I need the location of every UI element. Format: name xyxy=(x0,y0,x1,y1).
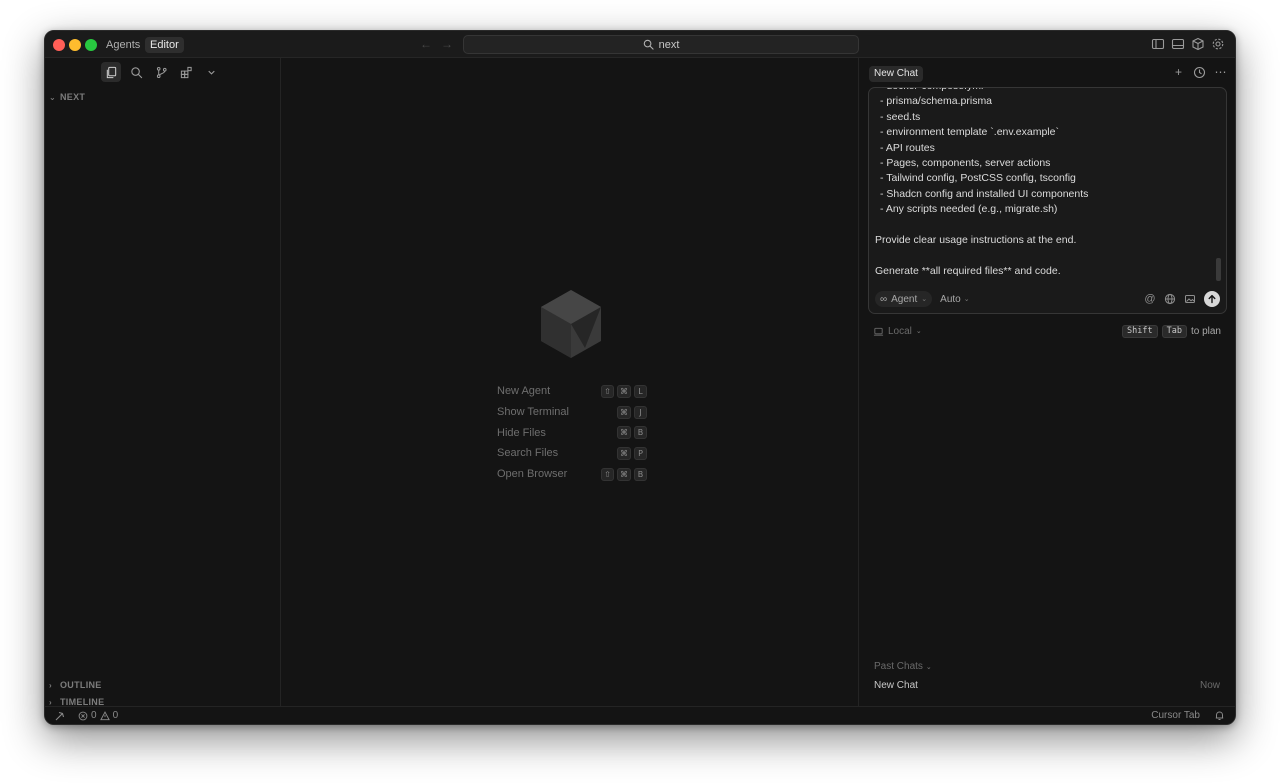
section-outline[interactable]: › OUTLINE xyxy=(49,680,102,690)
remote-connection-icon[interactable] xyxy=(54,710,66,722)
bell-icon[interactable] xyxy=(1214,710,1225,721)
shift-key: Shift xyxy=(1122,324,1158,338)
command-key: ⌘ xyxy=(617,405,631,419)
send-button[interactable] xyxy=(1204,291,1220,307)
chevron-right-icon: › xyxy=(49,680,52,690)
composer-line: - API routes xyxy=(880,141,935,154)
laptop-icon xyxy=(873,327,884,336)
search-text: next xyxy=(658,38,680,51)
composer-scrollbar[interactable] xyxy=(1216,258,1221,281)
composer-line: Generate **all required files** and code… xyxy=(875,264,1061,277)
composer-line: - prisma/schema.prisma xyxy=(880,95,993,108)
more-options-icon[interactable]: ⋯ xyxy=(1214,66,1227,79)
forward-arrow-icon[interactable]: → xyxy=(441,37,453,51)
editor-area: New Agent ⇧ ⌘ L Show Terminal ⌘ J Hide F… xyxy=(281,58,859,706)
command-search-bar[interactable]: next xyxy=(463,35,859,54)
arrow-up-icon xyxy=(1208,294,1216,304)
cube-icon[interactable] xyxy=(1191,37,1205,51)
close-window-button[interactable] xyxy=(53,39,65,51)
status-bar: 0 0 Cursor Tab xyxy=(45,706,1235,724)
shortcut-hide-files[interactable]: Hide Files ⌘ B xyxy=(497,422,647,443)
minimize-window-button[interactable] xyxy=(69,39,81,51)
chat-panel: New Chat + ⋯ - docker-compose.yml- prism… xyxy=(859,58,1235,706)
composer-line: - docker-compose.yml xyxy=(875,88,1207,94)
letter-key: B xyxy=(634,426,647,440)
composer-line: - Shadcn config and installed UI compone… xyxy=(880,187,1089,200)
letter-key: B xyxy=(634,467,647,481)
plan-mode-hint: Shift Tab to plan xyxy=(1122,324,1221,338)
chat-tab-new-chat[interactable]: New Chat xyxy=(869,66,923,82)
infinity-icon: ∞ xyxy=(880,293,888,305)
agent-mode-selector[interactable]: ∞ Agent ⌄ xyxy=(875,291,933,307)
title-bar: Agents Editor ← → next xyxy=(45,31,1235,58)
letter-key: J xyxy=(634,405,647,419)
shortcut-open-browser[interactable]: Open Browser ⇧ ⌘ B xyxy=(497,464,647,485)
chat-composer[interactable]: - docker-compose.yml- prisma/schema.pris… xyxy=(868,87,1227,314)
command-key: ⌘ xyxy=(617,426,631,440)
command-key: ⌘ xyxy=(617,446,631,460)
toggle-panel-icon[interactable] xyxy=(1171,37,1185,51)
back-arrow-icon[interactable]: ← xyxy=(420,37,432,51)
environment-selector[interactable]: Local ⌄ xyxy=(873,326,922,337)
past-chat-item[interactable]: New Chat Now xyxy=(874,678,1220,692)
command-key: ⌘ xyxy=(617,384,631,398)
folder-header-next[interactable]: ⌄ NEXT xyxy=(49,92,85,102)
composer-text[interactable]: - docker-compose.yml- prisma/schema.pris… xyxy=(875,88,1207,279)
model-selector[interactable]: Auto ⌄ xyxy=(940,294,969,305)
composer-line: - seed.ts xyxy=(880,110,921,123)
tab-key: Tab xyxy=(1161,324,1187,338)
gear-icon[interactable] xyxy=(1211,37,1225,51)
problems-indicator[interactable]: 0 0 xyxy=(78,710,118,721)
search-icon xyxy=(643,39,654,50)
mention-at-icon[interactable]: @ xyxy=(1144,293,1156,305)
sidebar-toolbar xyxy=(101,62,221,82)
shift-key: ⇧ xyxy=(601,467,614,481)
shortcut-new-agent[interactable]: New Agent ⇧ ⌘ L xyxy=(497,381,647,402)
explorer-sidebar: ⌄ NEXT › OUTLINE › TIMELINE xyxy=(45,58,281,707)
shift-key: ⇧ xyxy=(601,384,614,398)
explorer-files-icon[interactable] xyxy=(101,62,121,82)
mode-tab-agents[interactable]: Agents xyxy=(101,37,145,53)
past-chats-header[interactable]: Past Chats ⌄ xyxy=(874,661,932,672)
error-icon xyxy=(78,711,88,720)
letter-key: L xyxy=(634,384,647,398)
shortcut-search-files[interactable]: Search Files ⌘ P xyxy=(497,443,647,464)
mode-tab-editor[interactable]: Editor xyxy=(145,37,184,53)
extensions-icon[interactable] xyxy=(176,62,196,82)
app-window: Agents Editor ← → next ⌄ NEXT › OUTLINE … xyxy=(44,30,1236,725)
composer-line: - Pages, components, server actions xyxy=(880,156,1051,169)
composer-toolbar: ∞ Agent ⌄ Auto ⌄ @ xyxy=(875,290,1220,308)
cursor-tab-status[interactable]: Cursor Tab xyxy=(1151,710,1200,721)
environment-row: Local ⌄ Shift Tab to plan xyxy=(873,324,1221,338)
shortcut-list: New Agent ⇧ ⌘ L Show Terminal ⌘ J Hide F… xyxy=(497,381,647,484)
shortcut-show-terminal[interactable]: Show Terminal ⌘ J xyxy=(497,402,647,423)
composer-line: - environment template `.env.example` xyxy=(880,126,1059,139)
composer-line xyxy=(875,218,1207,233)
chevron-down-icon: ⌄ xyxy=(925,663,932,671)
command-key: ⌘ xyxy=(617,467,631,481)
warning-icon xyxy=(99,710,110,720)
search-files-icon[interactable] xyxy=(126,62,146,82)
chevron-down-icon: ⌄ xyxy=(963,296,970,303)
cursor-logo-icon xyxy=(541,290,601,358)
letter-key: P xyxy=(634,446,647,460)
chevron-down-icon: ⌄ xyxy=(921,296,928,303)
plus-icon[interactable]: + xyxy=(1172,66,1185,79)
chevron-down-icon: ⌄ xyxy=(49,92,57,102)
toggle-sidebar-icon[interactable] xyxy=(1151,37,1165,51)
source-control-icon[interactable] xyxy=(151,62,171,82)
chevron-down-icon[interactable] xyxy=(201,62,221,82)
composer-line xyxy=(875,248,1207,263)
composer-line: Provide clear usage instructions at the … xyxy=(875,233,1077,246)
history-clock-icon[interactable] xyxy=(1193,66,1206,79)
maximize-window-button[interactable] xyxy=(85,39,97,51)
image-icon[interactable] xyxy=(1184,293,1196,305)
composer-line: - Any scripts needed (e.g., migrate.sh) xyxy=(880,203,1058,216)
chevron-down-icon: ⌄ xyxy=(915,328,922,335)
globe-icon[interactable] xyxy=(1164,293,1176,305)
composer-line: - Tailwind config, PostCSS config, tscon… xyxy=(880,172,1076,185)
